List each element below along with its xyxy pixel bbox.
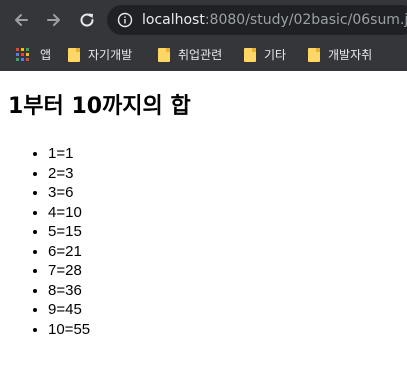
list-item: 7=28 [48, 261, 90, 281]
url-text[interactable]: localhost:8080/study/02basic/06sum.jsp [142, 11, 407, 29]
bookmark-folder-dev-trace[interactable]: 개발자취 [308, 45, 372, 65]
bookmark-label: 앱 [40, 48, 52, 62]
sum-list: 1=1 2=3 3=6 4=10 5=15 6=21 7=28 8=36 9=4… [0, 144, 90, 339]
list-item: 8=36 [48, 281, 90, 301]
bookmark-label: 취업관련 [178, 48, 223, 62]
forward-button[interactable] [42, 8, 66, 32]
back-button[interactable] [9, 8, 33, 32]
bookmark-apps[interactable]: 앱 [16, 45, 51, 65]
browser-toolbar: localhost:8080/study/02basic/06sum.jsp [0, 0, 407, 40]
list-item: 1=1 [48, 144, 90, 164]
browser-chrome: localhost:8080/study/02basic/06sum.jsp 앱… [0, 0, 407, 71]
arrow-left-icon [15, 14, 28, 26]
bookmark-label: 개발자취 [328, 48, 373, 62]
folder-icon [244, 48, 256, 62]
folder-icon [308, 48, 320, 62]
list-item: 6=21 [48, 242, 90, 262]
folder-icon [68, 48, 80, 62]
page-title: 1부터 10까지의 합 [8, 94, 191, 119]
list-item: 4=10 [48, 203, 90, 223]
bookmark-folder-jobs[interactable]: 취업관련 [158, 45, 222, 65]
apps-grid-icon [16, 48, 30, 62]
address-bar[interactable]: localhost:8080/study/02basic/06sum.jsp [107, 5, 407, 35]
url-host: localhost [142, 12, 205, 28]
list-item: 3=6 [48, 183, 90, 203]
reload-icon [80, 13, 94, 27]
info-icon[interactable] [117, 12, 133, 28]
list-item: 10=55 [48, 320, 90, 340]
list-item: 5=15 [48, 222, 90, 242]
url-path: :8080/study/02basic/06sum.jsp [204, 12, 407, 28]
bookmarks-bar: 앱 자기개발 취업관련 기타 개발자취 [0, 40, 407, 71]
bookmark-folder-self-dev[interactable]: 자기개발 [68, 45, 132, 65]
bookmark-folder-etc[interactable]: 기타 [244, 45, 286, 65]
folder-icon [158, 48, 170, 62]
reload-button[interactable] [75, 8, 99, 32]
bookmark-label: 기타 [264, 48, 287, 62]
arrow-right-icon [47, 14, 60, 26]
bookmark-label: 자기개발 [88, 48, 133, 62]
list-item: 9=45 [48, 300, 90, 320]
list-item: 2=3 [48, 164, 90, 184]
